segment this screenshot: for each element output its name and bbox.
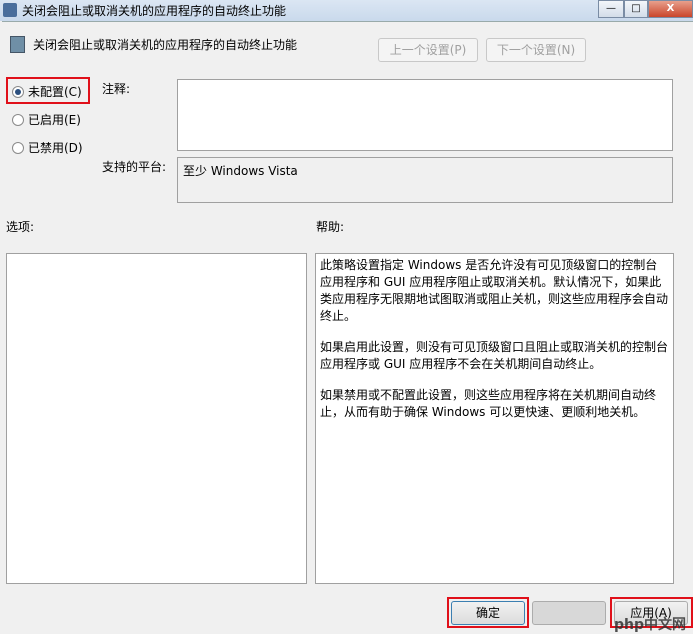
help-paragraph: 如果启用此设置，则没有可见顶级窗口且阻止或取消关机的控制台应用程序或 GUI 应…	[320, 340, 669, 371]
radio-label: 已禁用(D)	[28, 141, 83, 155]
radio-label: 已启用(E)	[28, 113, 81, 127]
dialog-body: 关闭会阻止或取消关机的应用程序的自动终止功能 上一个设置(P) 下一个设置(N)…	[2, 21, 693, 633]
maximize-button[interactable]: □	[624, 0, 648, 18]
minimize-button[interactable]: —	[598, 0, 624, 18]
policy-title: 关闭会阻止或取消关机的应用程序的自动终止功能	[33, 38, 298, 52]
radio-icon	[12, 141, 24, 154]
title-bar: 关闭会阻止或取消关机的应用程序的自动终止功能 — □ X	[0, 0, 693, 21]
highlight-box	[6, 77, 90, 104]
comment-textarea[interactable]	[177, 79, 673, 151]
options-panel	[6, 253, 307, 584]
radio-enabled[interactable]: 已启用(E)	[12, 111, 81, 128]
next-setting-button[interactable]: 下一个设置(N)	[486, 38, 586, 62]
options-label: 选项:	[6, 220, 35, 234]
policy-icon	[10, 36, 25, 53]
comment-label: 注释:	[102, 82, 131, 96]
radio-disabled[interactable]: 已禁用(D)	[12, 139, 83, 156]
help-panel: 此策略设置指定 Windows 是否允许没有可见顶级窗口的控制台应用程序和 GU…	[315, 253, 674, 584]
window-title: 关闭会阻止或取消关机的应用程序的自动终止功能	[22, 4, 287, 18]
platform-label: 支持的平台:	[102, 160, 167, 174]
platform-value: 至少 Windows Vista	[177, 157, 673, 203]
help-paragraph: 如果禁用或不配置此设置，则这些应用程序将在关机期间自动终止，从而有助于确保 Wi…	[320, 388, 657, 419]
prev-setting-button[interactable]: 上一个设置(P)	[378, 38, 478, 62]
help-paragraph: 此策略设置指定 Windows 是否允许没有可见顶级窗口的控制台应用程序和 GU…	[320, 258, 669, 323]
highlight-box	[447, 597, 529, 628]
help-label: 帮助:	[316, 220, 345, 234]
cancel-button[interactable]	[532, 601, 606, 625]
close-button[interactable]: X	[648, 0, 693, 18]
watermark: php中文网	[614, 617, 687, 633]
app-icon	[3, 3, 17, 17]
radio-icon	[12, 113, 24, 126]
